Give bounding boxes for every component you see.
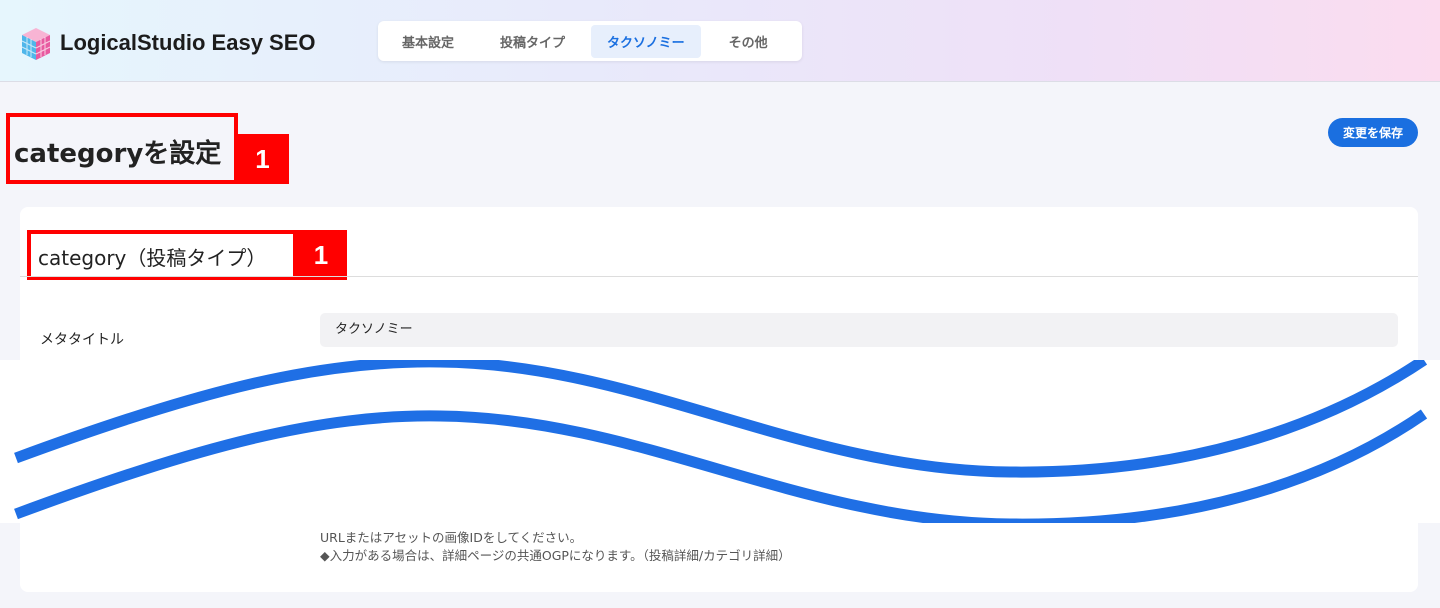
annotation-box: [6, 113, 238, 184]
annotation-badge: 1: [236, 134, 289, 184]
omitted-section: [0, 355, 1440, 530]
tab-other[interactable]: その他: [713, 25, 784, 58]
cube-logo-icon: [21, 28, 51, 60]
tab-basic-settings[interactable]: 基本設定: [386, 25, 470, 58]
logo: LogicalStudio Easy SEO: [20, 24, 316, 62]
meta-title-label: メタタイトル: [40, 332, 124, 348]
app-header: LogicalStudio Easy SEO 基本設定 投稿タイプ タクソノミー…: [0, 0, 1440, 82]
tab-post-types[interactable]: 投稿タイプ: [484, 25, 581, 58]
card-divider: [20, 276, 1418, 277]
tab-taxonomy[interactable]: タクソノミー: [591, 24, 701, 58]
save-changes-button[interactable]: 変更を保存: [1328, 118, 1418, 147]
app-name: LogicalStudio Easy SEO: [60, 30, 316, 55]
help-text: URLまたはアセットの画像IDをしてください。: [320, 530, 583, 545]
cut-wave-lines: [14, 355, 1428, 530]
main-tabs: 基本設定 投稿タイプ タクソノミー その他: [378, 21, 802, 61]
help-text: ◆入力がある場合は、詳細ページの共通OGPになります。（投稿詳細/カテゴリ詳細）: [320, 548, 791, 563]
annotation-badge: 1: [295, 230, 347, 280]
meta-title-input[interactable]: タクソノミー: [320, 313, 1398, 347]
annotation-box: [27, 230, 297, 280]
